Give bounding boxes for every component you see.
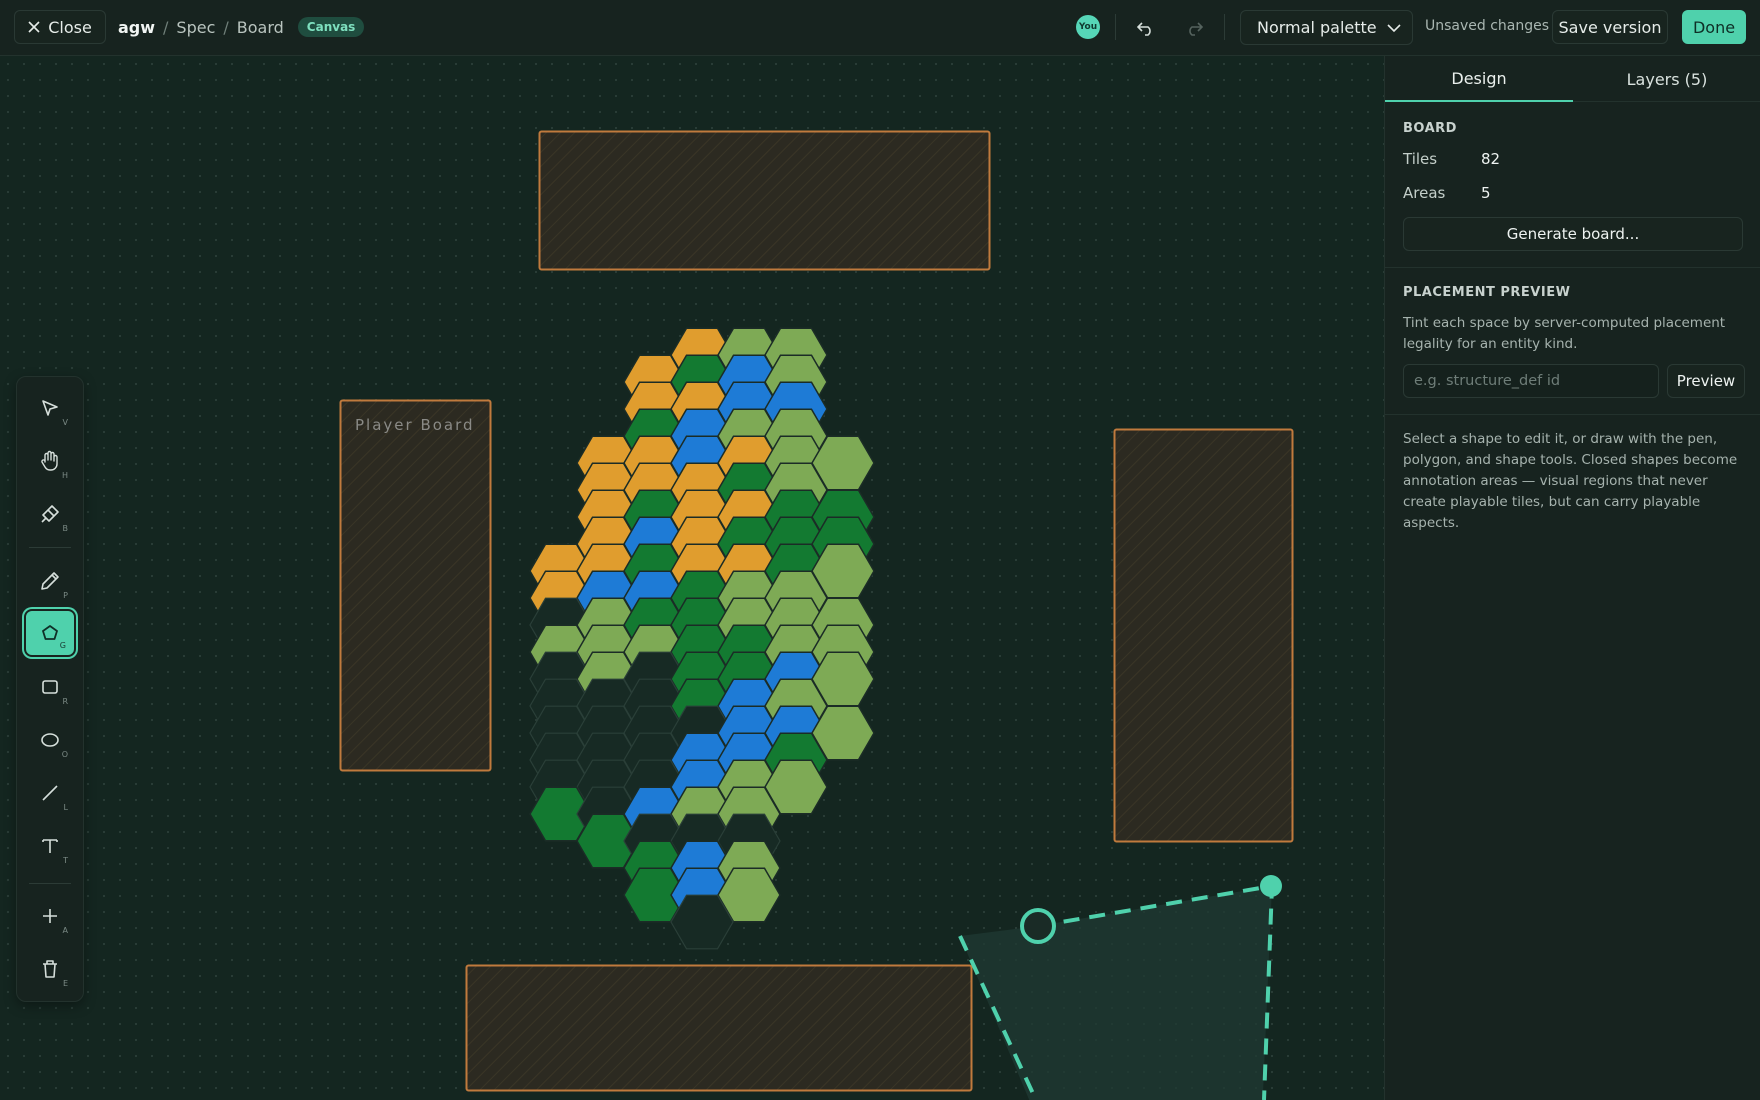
board-section-title: BOARD: [1403, 121, 1457, 136]
text-tool[interactable]: T: [24, 822, 76, 870]
redo-icon: [1189, 22, 1203, 36]
shortcut-key: E: [62, 979, 68, 988]
line-icon: [42, 785, 58, 801]
breadcrumb-root[interactable]: agw: [118, 18, 155, 37]
pen-tool[interactable]: P: [24, 557, 76, 605]
canvas-badge: Canvas: [297, 17, 365, 37]
select-tool[interactable]: V: [24, 384, 76, 432]
undo-button[interactable]: [1130, 12, 1162, 44]
trash-icon: [43, 960, 57, 978]
cursor-arrow-icon: [42, 400, 58, 416]
entity-kind-input[interactable]: [1403, 364, 1659, 398]
hex-grid[interactable]: [529, 327, 875, 950]
shortcut-key: L: [63, 803, 68, 812]
palette-value: Normal palette: [1257, 18, 1377, 37]
polygon-vertex-handle[interactable]: [1260, 875, 1282, 897]
close-button[interactable]: Close: [14, 10, 106, 44]
board-svg[interactable]: Player Board: [0, 56, 1384, 1100]
pentagon-icon: [42, 625, 58, 640]
annotation-area-top[interactable]: [538, 130, 991, 271]
square-icon: [42, 680, 58, 694]
generate-board-button[interactable]: Generate board...: [1403, 217, 1743, 251]
ellipse-icon: [41, 733, 59, 747]
shortcut-key: V: [62, 418, 68, 427]
breadcrumb: agw / Spec / Board Canvas: [118, 0, 365, 54]
text-icon: [42, 839, 58, 853]
redo-button[interactable]: [1178, 12, 1210, 44]
palette-select[interactable]: Normal palette: [1240, 10, 1413, 45]
line-tool[interactable]: L: [24, 769, 76, 817]
tab-design[interactable]: Design: [1385, 56, 1573, 102]
placement-preview-title: PLACEMENT PREVIEW: [1403, 285, 1571, 300]
polygon-tool[interactable]: G: [24, 609, 76, 657]
preview-button[interactable]: Preview: [1667, 364, 1745, 398]
plus-icon: [43, 909, 57, 923]
player-board-label: Player Board: [355, 416, 475, 434]
shortcut-key: R: [62, 697, 68, 706]
unsaved-status: Unsaved changes: [1425, 18, 1550, 34]
toolbar-divider: [29, 547, 71, 548]
breadcrumb-separator: /: [223, 17, 229, 37]
shortcut-key: T: [63, 856, 68, 865]
breadcrumb-spec[interactable]: Spec: [176, 18, 215, 37]
divider: [1224, 14, 1225, 40]
polygon-fill: [960, 886, 1272, 1100]
inspector-panel: Design Layers (5) BOARD Tiles 82 Areas 5…: [1384, 56, 1760, 1100]
annotation-area-bottom[interactable]: [465, 964, 973, 1092]
chevron-down-icon: [1387, 24, 1401, 33]
section-divider: [1385, 267, 1760, 268]
avatar[interactable]: You: [1076, 15, 1100, 39]
save-version-button[interactable]: Save version: [1552, 10, 1668, 44]
tool-palette: V H B P G R O L T A E: [16, 376, 84, 1002]
shortcut-key: H: [61, 471, 68, 480]
polygon-draft[interactable]: [958, 875, 1282, 1100]
shortcut-key: G: [59, 641, 66, 650]
tiles-value: 82: [1481, 150, 1501, 168]
annotation-area-player-board[interactable]: [339, 399, 492, 772]
done-button[interactable]: Done: [1682, 10, 1746, 44]
rectangle-tool[interactable]: R: [24, 663, 76, 711]
toolbar-divider: [29, 883, 71, 884]
delete-tool[interactable]: E: [24, 945, 76, 993]
shortcut-key: O: [61, 750, 68, 759]
undo-icon: [1137, 22, 1151, 36]
board-canvas[interactable]: Player Board V H B P G R O L T A E: [0, 56, 1384, 1100]
pen-icon: [41, 572, 59, 590]
close-icon: [28, 21, 40, 33]
shortcut-key: P: [63, 591, 68, 600]
polygon-cursor-vertex[interactable]: [1020, 908, 1056, 944]
panel-tabs: Design Layers (5): [1385, 56, 1760, 102]
shortcut-key: A: [62, 926, 68, 935]
divider: [1115, 14, 1116, 40]
help-text: Select a shape to edit it, or draw with …: [1403, 431, 1738, 531]
areas-value: 5: [1481, 184, 1491, 202]
annotation-area-right[interactable]: [1113, 428, 1294, 843]
hand-icon: [41, 450, 58, 471]
brush-tool[interactable]: B: [24, 490, 76, 538]
tab-layers[interactable]: Layers (5): [1573, 56, 1760, 102]
section-divider: [1385, 414, 1760, 415]
hand-tool[interactable]: H: [24, 437, 76, 485]
areas-label: Areas: [1403, 184, 1446, 202]
breadcrumb-separator: /: [163, 17, 169, 37]
placement-preview-description: Tint each space by server-computed place…: [1403, 315, 1726, 352]
tiles-label: Tiles: [1403, 150, 1438, 168]
shortcut-key: B: [62, 524, 69, 533]
close-label: Close: [48, 17, 92, 37]
breadcrumb-board: Board: [236, 17, 284, 37]
ellipse-tool[interactable]: O: [24, 716, 76, 764]
add-tool[interactable]: A: [24, 892, 76, 940]
top-bar: Close agw / Spec / Board Canvas You Norm…: [0, 0, 1760, 56]
brush-icon: [41, 505, 59, 523]
